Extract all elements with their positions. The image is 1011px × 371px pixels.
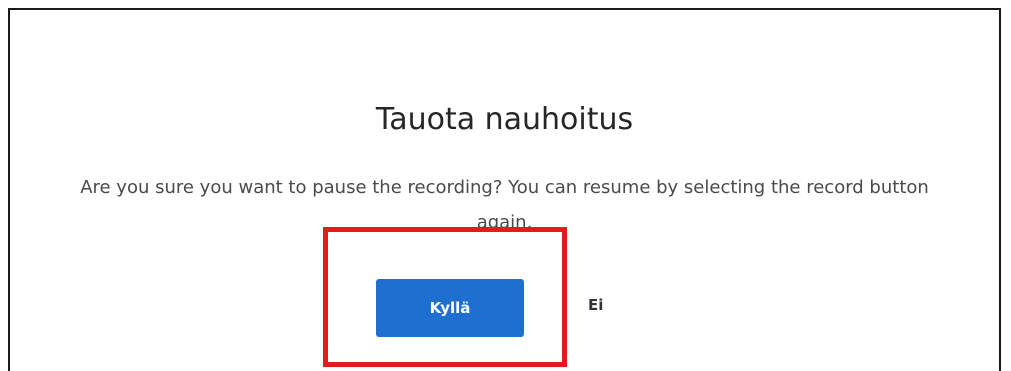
dialog-message: Are you sure you want to pause the recor… bbox=[80, 177, 929, 233]
pause-recording-dialog: Tauota nauhoitus Are you sure you want t… bbox=[8, 8, 1001, 371]
confirm-button[interactable]: Kyllä bbox=[376, 279, 524, 337]
cancel-button[interactable]: Ei bbox=[588, 296, 603, 314]
dialog-title: Tauota nauhoitus bbox=[375, 102, 634, 137]
